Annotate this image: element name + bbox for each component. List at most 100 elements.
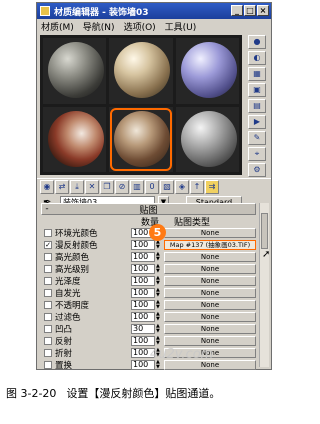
amount-field[interactable]: 30 <box>131 324 155 334</box>
map-enable-checkbox[interactable] <box>44 229 52 237</box>
map-row-label: 环境光颜色 <box>55 229 98 239</box>
material-sphere <box>48 110 104 167</box>
map-row-specular-color: 高光颜色 100 ▲ ▼ None <box>41 251 256 263</box>
map-slot-button[interactable]: None <box>164 276 256 286</box>
amount-field[interactable]: 100 <box>131 240 155 250</box>
put-to-scene-icon[interactable]: ⇄ <box>55 179 69 194</box>
maps-rollout: - 贴图 数量 贴图类型 环境光颜色 100 ▲▼ None ✓ 漫反射颜色 1… <box>41 203 256 371</box>
material-sphere <box>114 110 171 167</box>
map-slot-button[interactable]: None <box>164 264 256 274</box>
menu-options[interactable]: 选项(O) <box>124 20 156 33</box>
map-row-label: 高光级别 <box>55 265 90 275</box>
map-slot-button[interactable]: None <box>164 324 256 334</box>
amount-spinner-icon[interactable]: ▲▼ <box>156 324 161 334</box>
video-check-icon[interactable]: ▤ <box>248 99 266 113</box>
options-icon[interactable]: ✎ <box>248 131 266 145</box>
map-slot-button[interactable]: None <box>164 300 256 310</box>
show-map-icon[interactable]: ▧ <box>160 179 174 194</box>
amount-field[interactable]: 100 <box>131 312 155 322</box>
scrollbar-thumb[interactable] <box>261 213 268 249</box>
title-bar[interactable]: 材质编辑器 - 装饰墙03 _ □ × <box>37 3 271 19</box>
amount-spinner-icon[interactable]: ▲▼ <box>156 300 161 310</box>
material-sphere <box>180 110 237 167</box>
map-enable-checkbox[interactable] <box>44 277 52 285</box>
map-row-label: 过滤色 <box>55 313 81 323</box>
map-enable-checkbox[interactable] <box>44 265 52 273</box>
maximize-button[interactable]: □ <box>244 5 256 16</box>
amount-spinner-icon[interactable]: ▲▼ <box>156 252 161 262</box>
background-icon[interactable]: ▦ <box>248 67 266 81</box>
go-to-parent-icon[interactable]: ↑ <box>190 179 204 194</box>
map-row-displacement: 置换 100 ▲ ▼ None <box>41 359 256 371</box>
minimize-button[interactable]: _ <box>231 5 243 16</box>
map-row-glossiness: 光泽度 100 ▲ ▼ None <box>41 275 256 287</box>
amount-field[interactable]: 100 <box>131 300 155 310</box>
sample-slot-1[interactable] <box>43 38 107 104</box>
backlight-icon[interactable]: ◐ <box>248 51 266 65</box>
amount-field[interactable]: 100 <box>131 276 155 286</box>
sample-slot-5-selected[interactable] <box>109 106 173 172</box>
map-enable-checkbox[interactable] <box>44 289 52 297</box>
sample-slot-3[interactable] <box>175 38 239 104</box>
amount-spinner-icon[interactable]: ▲▼ <box>156 264 161 274</box>
bottom-toolbar: ◉ ⇄ ⤓ ✕ ❐ ⊘ ▥ 0 ▧ ◈ ↑ ⇉ <box>37 178 271 194</box>
put-to-library-icon[interactable]: ▥ <box>130 179 144 194</box>
sample-type-icon[interactable]: ● <box>248 35 266 49</box>
map-row-diffuse: ✓ 漫反射颜色 100 ▲ ▼ Map #137 (抽象画03.TIF) <box>41 239 256 251</box>
map-row-label: 置换 <box>55 361 73 371</box>
map-row-opacity: 不透明度 100 ▲ ▼ None <box>41 299 256 311</box>
menu-material[interactable]: 材质(M) <box>41 20 74 33</box>
menu-utilities[interactable]: 工具(U) <box>165 20 197 33</box>
make-unique-icon[interactable]: ⊘ <box>115 179 129 194</box>
copy-material-icon[interactable]: ❐ <box>100 179 114 194</box>
amount-spinner-icon[interactable]: ▲▼ <box>156 240 161 250</box>
make-preview-icon[interactable]: ▶ <box>248 115 266 129</box>
map-enable-checkbox[interactable]: ✓ <box>44 241 52 249</box>
menu-bar: 材质(M) 导航(N) 选项(O) 工具(U) <box>37 19 271 33</box>
amount-spinner-icon[interactable]: ▲▼ <box>156 312 161 322</box>
vertical-scrollbar[interactable] <box>259 203 269 367</box>
map-row-self-illumination: 自发光 100 ▲ ▼ None <box>41 287 256 299</box>
show-end-result-icon[interactable]: ◈ <box>175 179 189 194</box>
get-material-icon[interactable]: ◉ <box>40 179 54 194</box>
amount-spinner-icon[interactable]: ▲▼ <box>156 276 161 286</box>
maps-rollout-header[interactable]: - 贴图 <box>41 203 256 216</box>
material-id-icon[interactable]: 0 <box>145 179 159 194</box>
diffuse-map-button[interactable]: Map #137 (抽象画03.TIF) <box>164 240 256 250</box>
map-row-label: 凹凸 <box>55 325 73 335</box>
amount-spinner-icon[interactable]: ▲▼ <box>156 336 161 346</box>
reset-icon[interactable]: ✕ <box>85 179 99 194</box>
map-row-reflection: 反射 100 ▲ ▼ None <box>41 335 256 347</box>
map-enable-checkbox[interactable] <box>44 313 52 321</box>
map-enable-checkbox[interactable] <box>44 361 52 369</box>
material-navigator-icon[interactable]: ⚙ <box>248 163 266 177</box>
amount-spinner-icon[interactable]: ▲▼ <box>156 288 161 298</box>
sample-slot-4[interactable] <box>43 106 107 172</box>
sample-slot-2[interactable] <box>109 38 173 104</box>
right-toolbar: ● ◐ ▦ ▣ ▤ ▶ ✎ ⌖ ⚙ <box>246 35 268 177</box>
amount-field[interactable]: 100 <box>131 252 155 262</box>
amount-field[interactable]: 100 <box>131 336 155 346</box>
map-enable-checkbox[interactable] <box>44 349 52 357</box>
map-slot-button[interactable]: None <box>164 228 256 238</box>
go-forward-icon[interactable]: ⇉ <box>205 179 219 194</box>
amount-field[interactable]: 100 <box>131 264 155 274</box>
map-enable-checkbox[interactable] <box>44 337 52 345</box>
amount-field[interactable]: 100 <box>131 288 155 298</box>
map-row-label: 光泽度 <box>55 277 81 287</box>
map-slot-button[interactable]: None <box>164 312 256 322</box>
map-enable-checkbox[interactable] <box>44 301 52 309</box>
map-slot-button[interactable]: None <box>164 288 256 298</box>
uv-tiling-icon[interactable]: ▣ <box>248 83 266 97</box>
map-slot-button[interactable]: None <box>164 252 256 262</box>
assign-to-selection-icon[interactable]: ⤓ <box>70 179 84 194</box>
select-by-material-icon[interactable]: ⌖ <box>248 147 266 161</box>
close-button[interactable]: × <box>257 5 269 16</box>
column-headers: 数量 贴图类型 <box>41 215 256 228</box>
map-slot-button[interactable]: None <box>164 336 256 346</box>
menu-navigation[interactable]: 导航(N) <box>83 20 115 33</box>
map-enable-checkbox[interactable] <box>44 325 52 333</box>
map-enable-checkbox[interactable] <box>44 253 52 261</box>
app-icon <box>40 6 50 16</box>
sample-slot-6[interactable] <box>175 106 239 172</box>
